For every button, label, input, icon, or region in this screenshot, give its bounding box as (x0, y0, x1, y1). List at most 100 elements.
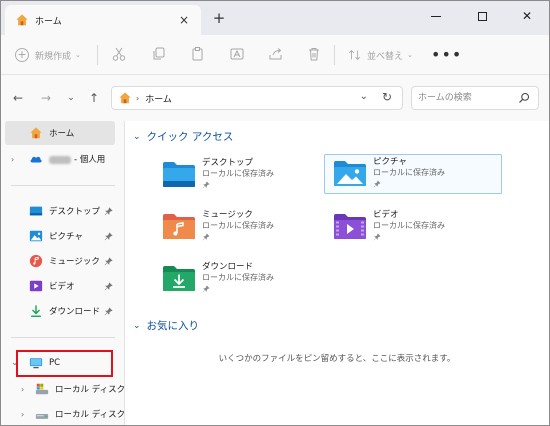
favorites-empty-message: いくつかのファイルをピン留めすると、ここに表示されます。 (218, 354, 456, 364)
pin-icon[interactable] (104, 206, 113, 216)
close-window-button[interactable]: ✕ (504, 1, 549, 31)
up-button[interactable]: ↑ (86, 90, 102, 106)
redacted-name (49, 155, 71, 164)
new-button[interactable]: + 新規作成 ⌄ (15, 46, 81, 64)
chevron-right-icon[interactable]: › (11, 155, 14, 164)
sidebar-item-pictures[interactable]: ピクチャ (5, 224, 115, 248)
folder-name: ミュージック (202, 210, 253, 220)
home-icon (119, 92, 131, 104)
cloud-icon (30, 156, 42, 163)
tab-home[interactable]: ホーム × (5, 5, 201, 35)
sidebar-item-local-disk-1[interactable]: › ローカル ディスク (5, 377, 125, 401)
drive-icon (35, 414, 49, 419)
recent-locations-button[interactable]: ⌄ (63, 90, 79, 106)
folder-status: ローカルに保存済み (373, 168, 445, 177)
system-drive-icon (35, 383, 49, 395)
arrow-up-icon: ↑ (88, 91, 100, 105)
toolbar-divider (334, 45, 335, 65)
search-box[interactable] (411, 86, 539, 110)
file-explorer-window: ホーム × + ✕ + 新規作成 ⌄ 並べ替え ⌄ ••• ← → ⌄ ↑ › … (0, 0, 550, 426)
pin-icon (202, 285, 210, 293)
sidebar-item-onedrive[interactable]: › - 個人用 (5, 147, 115, 171)
chevron-down-icon: ⌄ (75, 51, 81, 59)
close-icon: ✕ (521, 9, 533, 23)
cut-icon[interactable] (111, 46, 127, 62)
sort-button[interactable]: 並べ替え ⌄ (348, 46, 413, 64)
maximize-button[interactable] (459, 1, 505, 31)
folder-status: ローカルに保存済み (202, 221, 274, 230)
sidebar-item-label: ホーム (49, 129, 75, 139)
breadcrumb-home[interactable]: ホーム (145, 92, 172, 105)
sidebar-item-home[interactable]: ホーム (5, 121, 115, 145)
chevron-right-icon[interactable]: › (21, 410, 24, 419)
sidebar-item-videos[interactable]: ビデオ (5, 274, 115, 298)
folder-desktop[interactable]: デスクトップ ローカルに保存済み (153, 155, 331, 195)
folder-music[interactable]: ミュージック ローカルに保存済み (153, 207, 331, 247)
chevron-right-icon[interactable]: › (21, 385, 24, 394)
rename-icon[interactable] (229, 46, 245, 62)
delete-icon[interactable] (306, 46, 322, 62)
folder-name: ビデオ (373, 210, 399, 220)
address-bar[interactable]: › ホーム ⌄ ↻ (111, 86, 403, 110)
search-icon[interactable] (518, 92, 530, 104)
breadcrumb-separator: › (136, 93, 140, 103)
forward-button[interactable]: → (38, 90, 54, 106)
arrow-right-icon: → (40, 91, 52, 105)
refresh-icon[interactable]: ↻ (382, 90, 392, 104)
address-dropdown-icon[interactable]: ⌄ (360, 91, 368, 102)
sidebar-divider (11, 337, 115, 338)
pictures-folder-icon (334, 161, 366, 186)
sidebar-divider (11, 185, 115, 186)
new-tab-button[interactable]: + (211, 10, 227, 26)
toolbar-divider (97, 45, 98, 65)
quick-access-header[interactable]: ⌄ クイック アクセス (133, 129, 233, 144)
favorites-header[interactable]: ⌄ お気に入り (133, 318, 199, 333)
more-options-button[interactable]: ••• (431, 46, 462, 64)
folder-status: ローカルに保存済み (202, 273, 274, 282)
paste-icon[interactable] (190, 46, 206, 62)
chevron-down-icon: ⌄ (407, 51, 413, 59)
pin-icon (202, 233, 210, 241)
videos-folder-icon (334, 214, 366, 239)
section-title: クイック アクセス (146, 131, 234, 143)
tab-close-button[interactable]: × (177, 13, 191, 27)
sidebar-item-downloads[interactable]: ダウンロード (5, 299, 115, 323)
videos-icon (29, 280, 43, 292)
folder-videos[interactable]: ビデオ ローカルに保存済み (324, 207, 502, 247)
section-title: お気に入り (146, 320, 200, 332)
sidebar-item-local-disk-2[interactable]: › ローカル ディスク (5, 402, 125, 425)
folder-status: ローカルに保存済み (202, 169, 274, 178)
pin-icon[interactable] (104, 306, 113, 316)
pin-icon[interactable] (104, 281, 113, 291)
pc-highlight-box (16, 350, 113, 377)
sidebar-item-music[interactable]: ミュージック (5, 249, 115, 273)
chevron-down-icon: ⌄ (67, 93, 75, 103)
folder-name: ダウンロード (202, 262, 254, 272)
sidebar-item-label: - 個人用 (49, 153, 105, 165)
sidebar-item-label: デスクトップ (49, 207, 101, 217)
folder-name: ピクチャ (373, 157, 407, 167)
home-icon (16, 14, 28, 26)
pin-icon[interactable] (104, 256, 113, 266)
home-icon (30, 127, 42, 139)
chevron-down-icon: ⌄ (133, 131, 141, 142)
download-icon (31, 305, 41, 317)
title-bar: ホーム × + ✕ (1, 1, 549, 35)
folder-downloads[interactable]: ダウンロード ローカルに保存済み (153, 259, 331, 299)
minimize-button[interactable] (413, 1, 459, 31)
pin-icon (373, 180, 381, 188)
folder-pictures[interactable]: ピクチャ ローカルに保存済み (324, 154, 502, 194)
sidebar-scrollbar[interactable] (115, 121, 123, 425)
music-folder-icon (163, 214, 195, 239)
arrow-left-icon: ← (12, 91, 24, 105)
search-input[interactable] (412, 87, 512, 109)
maximize-icon (477, 11, 487, 21)
pin-icon[interactable] (104, 231, 113, 241)
back-button[interactable]: ← (10, 90, 26, 106)
minimize-icon (431, 15, 441, 17)
desktop-icon (29, 206, 43, 216)
copy-icon[interactable] (151, 46, 167, 62)
sidebar-item-label: ダウンロード (49, 307, 101, 317)
share-icon[interactable] (268, 46, 284, 62)
sidebar-item-desktop[interactable]: デスクトップ (5, 199, 115, 223)
